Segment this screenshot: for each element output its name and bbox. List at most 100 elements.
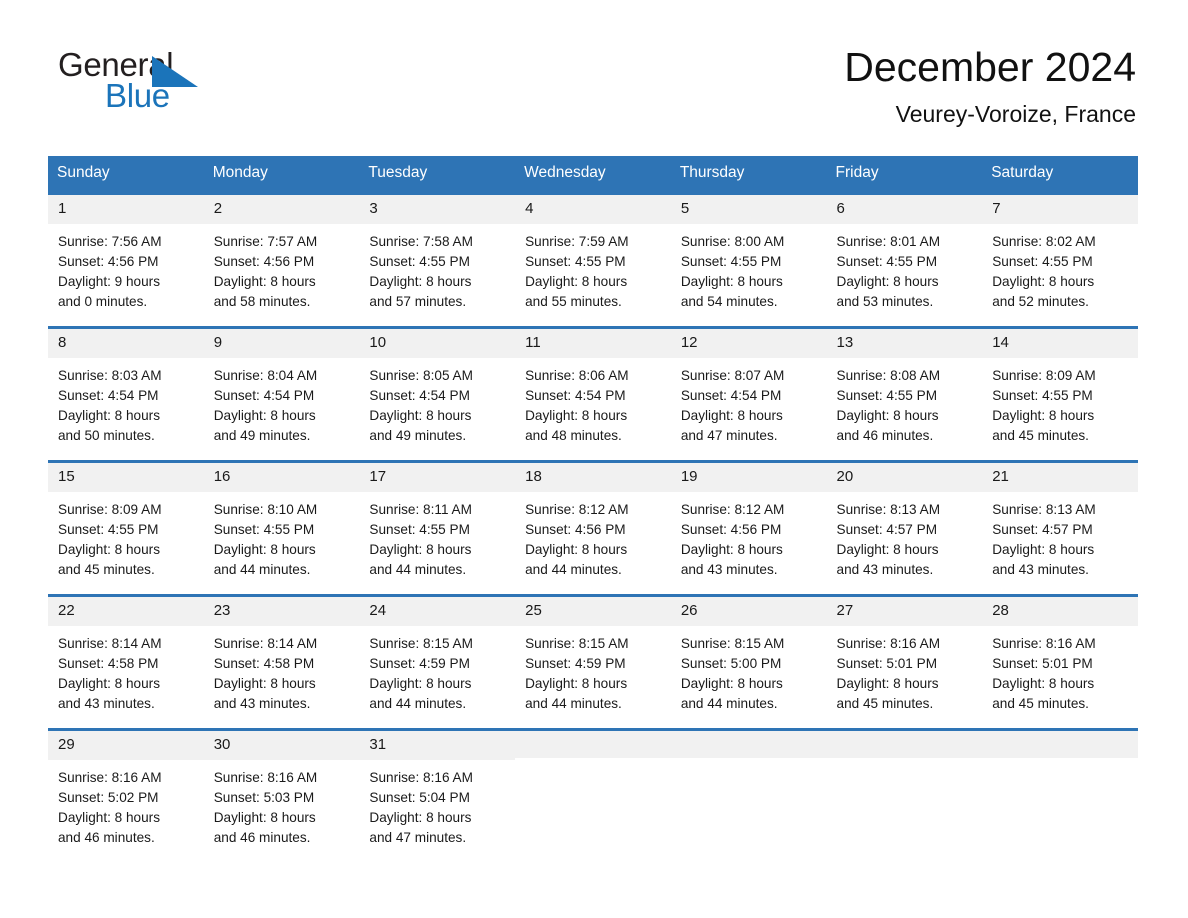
sunrise-text: Sunrise: 8:14 AM	[58, 635, 162, 651]
day-cell-inner: 12 Sunrise: 8:07 AM Sunset: 4:54 PM Dayligh…	[670, 328, 827, 460]
day-number: 12	[670, 328, 827, 358]
day-number: 6	[826, 194, 983, 224]
daylight-text-line1: Daylight: 8 hours	[525, 675, 628, 691]
day-cell-inner: 18 Sunrise: 8:12 AM Sunset: 4:56 PM Dayligh…	[515, 462, 671, 594]
day-number	[515, 730, 671, 758]
day-cell-inner: 31 Sunrise: 8:16 AM Sunset: 5:04 PM Dayligh…	[359, 730, 516, 864]
weekday-header-friday: Friday	[826, 156, 983, 194]
calendar-page: General Blue December 2024 Veurey-Voroiz…	[0, 0, 1188, 918]
calendar-day-cell[interactable]: 19 Sunrise: 8:12 AM Sunset: 4:56 PM Dayligh…	[670, 459, 827, 596]
day-cell-inner: 9 Sunrise: 8:04 AM Sunset: 4:54 PM Daylight…	[203, 328, 360, 460]
calendar-week-row: 22 Sunrise: 8:14 AM Sunset: 4:58 PM Dayligh…	[48, 593, 1138, 730]
calendar-day-cell[interactable]: 17 Sunrise: 8:11 AM Sunset: 4:55 PM Dayligh…	[359, 459, 516, 596]
calendar-day-cell[interactable]: 29 Sunrise: 8:16 AM Sunset: 5:02 PM Dayligh…	[48, 727, 204, 864]
sunrise-text: Sunrise: 8:16 AM	[213, 769, 318, 785]
sunrise-text: Sunrise: 8:09 AM	[992, 367, 1096, 383]
sunrise-text: Sunrise: 8:01 AM	[836, 233, 941, 249]
general-blue-logo: General Blue	[58, 48, 258, 116]
day-cell-inner	[670, 730, 827, 864]
calendar-day-cell[interactable]: 22 Sunrise: 8:14 AM Sunset: 4:58 PM Dayligh…	[48, 593, 204, 730]
sunset-text: Sunset: 4:55 PM	[680, 253, 782, 269]
daylight-text-line2: and 44 minutes.	[525, 695, 622, 711]
calendar-day-cell[interactable]: 21 Sunrise: 8:13 AM Sunset: 4:57 PM Dayligh…	[982, 459, 1138, 596]
calendar-day-cell[interactable]: 8 Sunrise: 8:03 AM Sunset: 4:54 PM Daylight…	[48, 325, 204, 462]
calendar-day-cell[interactable]: 31 Sunrise: 8:16 AM Sunset: 5:04 PM Dayligh…	[359, 727, 516, 864]
calendar-day-cell[interactable]: 26 Sunrise: 8:15 AM Sunset: 5:00 PM Dayligh…	[670, 593, 827, 730]
calendar-day-cell[interactable]: 23 Sunrise: 8:14 AM Sunset: 4:58 PM Dayligh…	[203, 593, 360, 730]
daylight-text-line1: Daylight: 8 hours	[525, 541, 628, 557]
calendar-day-cell[interactable]: 14 Sunrise: 8:09 AM Sunset: 4:55 PM Dayligh…	[982, 325, 1138, 462]
daylight-text-line2: and 50 minutes.	[58, 427, 155, 443]
calendar-day-cell[interactable]: 24 Sunrise: 8:15 AM Sunset: 4:59 PM Dayligh…	[359, 593, 516, 730]
day-details: Sunrise: 8:15 AM Sunset: 4:59 PM Daylight:…	[515, 626, 671, 714]
daylight-text-line2: and 45 minutes.	[992, 695, 1089, 711]
daylight-text-line1: Daylight: 8 hours	[836, 675, 939, 691]
sunrise-text: Sunrise: 8:02 AM	[992, 233, 1096, 249]
calendar-day-cell[interactable]: 28 Sunrise: 8:16 AM Sunset: 5:01 PM Dayligh…	[982, 593, 1138, 730]
calendar-day-cell[interactable]: 2 Sunrise: 7:57 AM Sunset: 4:56 PM Daylight…	[203, 191, 360, 328]
daylight-text-line1: Daylight: 8 hours	[680, 541, 783, 557]
daylight-text-line1: Daylight: 8 hours	[369, 809, 472, 825]
calendar-day-cell[interactable]: 9 Sunrise: 8:04 AM Sunset: 4:54 PM Daylight…	[203, 325, 360, 462]
calendar-day-cell[interactable]: 1 Sunrise: 7:56 AM Sunset: 4:56 PM Daylight…	[48, 191, 204, 328]
calendar-day-cell[interactable]: 10 Sunrise: 8:05 AM Sunset: 4:54 PM Dayligh…	[359, 325, 516, 462]
daylight-text-line2: and 49 minutes.	[369, 427, 467, 443]
day-details: Sunrise: 8:16 AM Sunset: 5:04 PM Daylight:…	[359, 760, 515, 848]
calendar-week-row: 29 Sunrise: 8:16 AM Sunset: 5:02 PM Dayligh…	[48, 727, 1138, 864]
day-number	[826, 730, 983, 758]
calendar-day-cell[interactable]: 12 Sunrise: 8:07 AM Sunset: 4:54 PM Dayligh…	[670, 325, 827, 462]
day-number: 1	[48, 194, 204, 224]
day-details: Sunrise: 8:16 AM Sunset: 5:01 PM Daylight:…	[982, 626, 1138, 714]
sunrise-text: Sunrise: 8:12 AM	[680, 501, 785, 517]
day-number: 26	[670, 596, 827, 626]
day-details: Sunrise: 8:10 AM Sunset: 4:55 PM Daylight:…	[204, 492, 360, 580]
calendar-day-cell[interactable]: 4 Sunrise: 7:59 AM Sunset: 4:55 PM Daylight…	[515, 191, 671, 328]
daylight-text-line1: Daylight: 8 hours	[992, 541, 1095, 557]
sunset-text: Sunset: 5:03 PM	[213, 789, 315, 805]
calendar-day-cell[interactable]: 16 Sunrise: 8:10 AM Sunset: 4:55 PM Dayligh…	[203, 459, 360, 596]
sunset-text: Sunset: 4:55 PM	[369, 521, 470, 537]
calendar-day-cell[interactable]: 13 Sunrise: 8:08 AM Sunset: 4:55 PM Dayligh…	[826, 325, 983, 462]
day-number: 13	[826, 328, 983, 358]
daylight-text-line2: and 53 minutes.	[836, 293, 934, 309]
calendar-day-cell[interactable]: 25 Sunrise: 8:15 AM Sunset: 4:59 PM Dayligh…	[515, 593, 671, 730]
calendar-day-cell[interactable]: 18 Sunrise: 8:12 AM Sunset: 4:56 PM Dayligh…	[515, 459, 671, 596]
day-cell-inner: 2 Sunrise: 7:57 AM Sunset: 4:56 PM Daylight…	[203, 194, 360, 326]
daylight-text-line2: and 0 minutes.	[58, 293, 148, 309]
day-details: Sunrise: 8:13 AM Sunset: 4:57 PM Daylight:…	[827, 492, 983, 580]
day-number	[670, 730, 827, 758]
calendar-day-cell[interactable]: 6 Sunrise: 8:01 AM Sunset: 4:55 PM Daylight…	[826, 191, 983, 328]
day-cell-inner: 23 Sunrise: 8:14 AM Sunset: 4:58 PM Dayligh…	[203, 596, 360, 728]
day-cell-inner: 15 Sunrise: 8:09 AM Sunset: 4:55 PM Dayligh…	[48, 462, 204, 594]
day-cell-inner: 7 Sunrise: 8:02 AM Sunset: 4:55 PM Daylight…	[982, 194, 1138, 326]
sunrise-text: Sunrise: 7:58 AM	[369, 233, 473, 249]
calendar-day-cell[interactable]: 5 Sunrise: 8:00 AM Sunset: 4:55 PM Daylight…	[670, 191, 827, 328]
page-masthead: General Blue December 2024 Veurey-Voroiz…	[0, 0, 1188, 127]
day-cell-inner: 24 Sunrise: 8:15 AM Sunset: 4:59 PM Dayligh…	[359, 596, 516, 728]
day-details: Sunrise: 7:58 AM Sunset: 4:55 PM Daylight:…	[359, 224, 515, 312]
calendar-day-cell[interactable]: 3 Sunrise: 7:58 AM Sunset: 4:55 PM Daylight…	[359, 191, 516, 328]
calendar-day-cell[interactable]: 20 Sunrise: 8:13 AM Sunset: 4:57 PM Dayligh…	[826, 459, 983, 596]
calendar-day-cell-empty	[826, 727, 983, 864]
daylight-text-line1: Daylight: 8 hours	[58, 675, 161, 691]
calendar-day-cell-empty	[515, 727, 671, 864]
calendar-day-cell[interactable]: 7 Sunrise: 8:02 AM Sunset: 4:55 PM Daylight…	[982, 191, 1138, 328]
calendar-day-cell[interactable]: 27 Sunrise: 8:16 AM Sunset: 5:01 PM Dayligh…	[826, 593, 983, 730]
day-cell-inner: 29 Sunrise: 8:16 AM Sunset: 5:02 PM Dayligh…	[48, 730, 204, 864]
calendar-day-cell[interactable]: 15 Sunrise: 8:09 AM Sunset: 4:55 PM Dayligh…	[48, 459, 204, 596]
day-details: Sunrise: 7:57 AM Sunset: 4:56 PM Daylight:…	[204, 224, 360, 312]
weekday-header-wednesday: Wednesday	[515, 156, 671, 194]
day-number: 28	[982, 596, 1138, 626]
sunset-text: Sunset: 4:55 PM	[992, 387, 1093, 403]
sunrise-text: Sunrise: 7:59 AM	[525, 233, 629, 249]
day-number: 14	[982, 328, 1138, 358]
calendar-day-cell[interactable]: 11 Sunrise: 8:06 AM Sunset: 4:54 PM Dayligh…	[515, 325, 671, 462]
day-number: 9	[203, 328, 360, 358]
calendar-day-cell[interactable]: 30 Sunrise: 8:16 AM Sunset: 5:03 PM Dayligh…	[203, 727, 360, 864]
daylight-text-line1: Daylight: 8 hours	[992, 675, 1095, 691]
sunset-text: Sunset: 4:56 PM	[58, 253, 159, 269]
calendar-grid: Sunday Monday Tuesday Wednesday Thursday…	[48, 156, 1138, 864]
day-number: 8	[48, 328, 204, 358]
day-number: 17	[359, 462, 516, 492]
day-details: Sunrise: 8:00 AM Sunset: 4:55 PM Daylight:…	[671, 224, 827, 312]
